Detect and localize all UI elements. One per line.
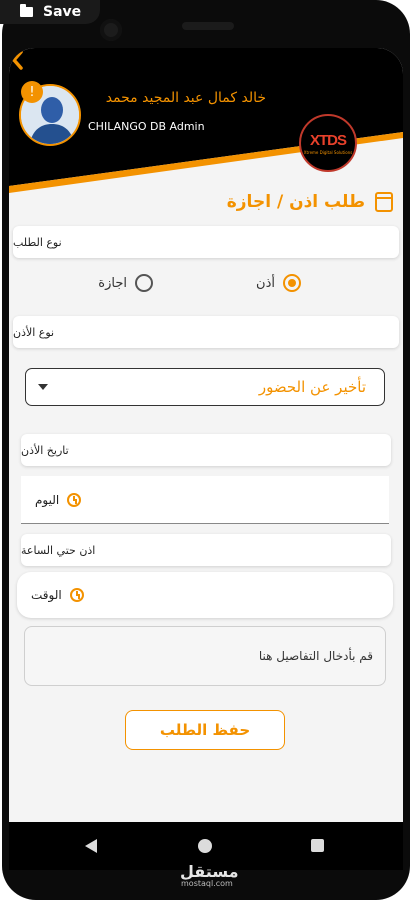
caret-down-icon [38,384,48,390]
bell-icon[interactable]: ! [21,81,43,103]
page-title: طلب اذن / اجازة [226,192,365,212]
details-textarea[interactable]: قم بأدخال التفاصيل هنا [24,626,386,686]
watermark-url: mostaql.com [181,879,233,888]
permission-date-field[interactable]: اليوم [21,476,389,524]
logo-text: XTDS [309,131,347,149]
profile-header: ! خالد كمال عبد المجيد محمد CHILANGO DB … [9,48,403,198]
permission-date-label: تاريخ الأذن [21,443,69,457]
radio-unselected-icon[interactable] [135,274,153,292]
speaker-grille [182,22,234,30]
save-request-button[interactable]: حفظ الطلب [125,710,285,750]
app-screen: ! خالد كمال عبد المجيد محمد CHILANGO DB … [9,48,403,822]
folder-icon [20,4,33,17]
page-title-row: طلب اذن / اجازة [227,188,393,216]
request-type-header: نوع الطلب [13,226,399,258]
nav-recents-icon[interactable] [311,839,324,852]
until-time-value: الوقت [31,588,62,602]
save-chip-button[interactable]: Save [0,0,100,24]
permission-date-value: اليوم [35,492,60,507]
device-frame: Save ! خالد كمال عبد المجيد محمد CHILANG… [0,0,412,905]
until-time-label: اذن حتي الساعة [21,543,96,557]
permission-type-label: نوع الأذن [13,325,55,339]
user-role: CHILANGO DB Admin [88,120,205,133]
request-type-label: نوع الطلب [13,235,62,249]
user-name: خالد كمال عبد المجيد محمد [105,90,266,106]
radio-option-leave[interactable]: اجازة [98,274,153,292]
radio-selected-icon[interactable] [283,274,301,292]
details-placeholder: قم بأدخال التفاصيل هنا [258,649,373,663]
logo-subtitle: Xtreme Digital Solutions [303,149,353,155]
calendar-icon [375,192,393,212]
request-type-options: أذن اجازة [9,274,403,298]
clock-icon [67,492,82,507]
radio-option-permission-label: أذن [256,275,275,291]
alarm-icon [69,588,84,602]
permission-type-value: تأخير عن الحضور [258,378,366,396]
chevron-left-icon[interactable] [9,48,27,72]
permission-type-header: نوع الأذن [13,316,399,348]
until-time-field[interactable]: الوقت [17,572,393,618]
radio-option-leave-label: اجازة [98,275,127,291]
permission-type-dropdown[interactable]: تأخير عن الحضور [25,368,385,406]
until-time-header: اذن حتي الساعة [21,534,391,566]
company-logo: XTDS Xtreme Digital Solutions [299,114,357,172]
camera-icon [100,19,122,41]
radio-option-permission[interactable]: أذن [256,274,301,292]
save-chip-label: Save [43,4,82,20]
permission-date-header: تاريخ الأذن [21,434,391,466]
nav-back-icon[interactable] [85,839,97,853]
nav-home-icon[interactable] [198,839,212,853]
